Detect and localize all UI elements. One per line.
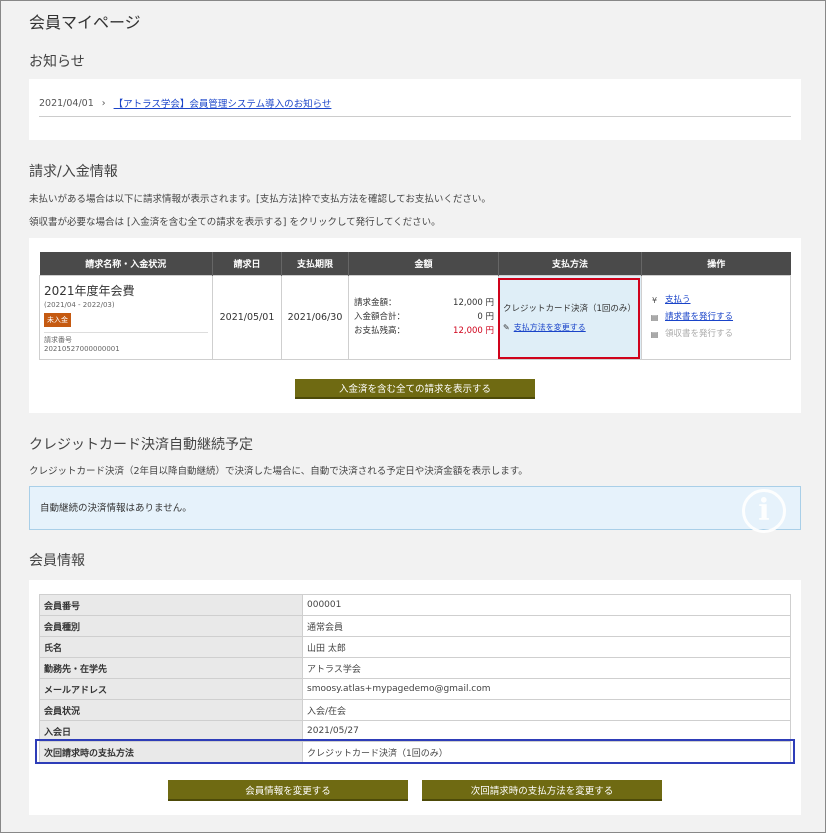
member-value: 000001 <box>302 594 791 616</box>
notice-date: 2021/04/01 <box>39 97 94 109</box>
divider <box>39 116 791 117</box>
chevron-right-icon: › <box>101 97 106 109</box>
col-header-name: 請求名称・入金状況 <box>39 252 213 275</box>
amount-value: 12,000 円 <box>453 298 494 308</box>
billing-desc-1: 未払いがある場合は以下に請求情報が表示されます。[支払方法]枠で支払方法を確認し… <box>29 194 491 205</box>
issue-invoice-link[interactable]: 請求書を発行する <box>665 309 733 326</box>
bill-name: 2021年度年会費 <box>44 283 135 298</box>
operations-cell: ¥ 支払う ▤ 請求書を発行する ▤ 領収書を発行する <box>641 274 791 360</box>
auto-title: クレジットカード決済自動継続予定 <box>29 437 253 453</box>
auto-info-box: 自動継続の決済情報はありません。 i <box>29 486 801 533</box>
member-label: 勤務先・在学先 <box>39 657 303 679</box>
member-value: 入会/在会 <box>302 699 791 721</box>
page-title: 会員マイページ <box>29 13 141 32</box>
table-row: 会員種別 通常会員 <box>39 615 791 637</box>
member-title: 会員情報 <box>29 553 85 569</box>
member-value: smoosy.atlas+mypagedemo@gmail.com <box>302 678 791 700</box>
billing-desc-2: 領収書が必要な場合は [入金済を含む全ての請求を表示する] をクリックして発行し… <box>29 217 441 228</box>
auto-empty-message: 自動継続の決済情報はありません。 <box>40 503 192 514</box>
highlight-pay-method <box>498 278 640 359</box>
member-value: 山田 太郎 <box>302 636 791 658</box>
balance-label: お支払残高： <box>354 326 406 336</box>
invoice-date: 2021/05/01 <box>212 274 282 360</box>
amount-cell: 請求金額： 12,000 円 入金額合計： 0 円 お支払残高： 12,000 円 <box>348 274 499 360</box>
member-label: 氏名 <box>39 636 303 658</box>
notice-item: 2021/04/01 › 【アトラス学会】会員管理システム導入のお知らせ <box>39 96 332 111</box>
member-label: メールアドレス <box>39 678 303 700</box>
table-row: 会員番号 000001 <box>39 594 791 616</box>
pay-link[interactable]: 支払う <box>665 292 691 309</box>
status-badge: 未入金 <box>44 312 71 327</box>
document-icon: ▤ <box>650 312 659 322</box>
notice-link[interactable]: 【アトラス学会】会員管理システム導入のお知らせ <box>114 96 332 110</box>
member-value: 通常会員 <box>302 615 791 637</box>
change-next-pay-method-button[interactable]: 次回請求時の支払方法を変更する <box>422 780 662 801</box>
col-header-operations: 操作 <box>641 252 791 275</box>
document-icon: ▤ <box>650 329 659 339</box>
highlight-next-pay-method <box>35 739 795 764</box>
billing-title: 請求/入金情報 <box>29 164 118 180</box>
member-table: 会員番号 000001 会員種別 通常会員 氏名 山田 太郎 勤務先・在学先 アトラス学… <box>39 594 791 763</box>
col-header-invoice-date: 請求日 <box>212 252 282 275</box>
yen-icon: ¥ <box>651 295 658 305</box>
paid-label: 入金額合計： <box>354 312 406 322</box>
bill-period: (2021/04 - 2022/03) <box>44 300 115 309</box>
issue-receipt-disabled: 領収書を発行する <box>665 328 734 339</box>
col-header-amount: 金額 <box>348 252 499 275</box>
col-header-due-date: 支払期限 <box>281 252 349 275</box>
due-date: 2021/06/30 <box>281 274 349 360</box>
member-value: アトラス学会 <box>302 657 791 679</box>
bill-number: 20210527000000001 <box>44 344 120 353</box>
balance-value: 12,000 円 <box>453 326 494 336</box>
table-row: 会員状況 入会/在会 <box>39 699 791 721</box>
table-row: 2021年度年会費 (2021/04 - 2022/03) 未入金 請求番号 2… <box>39 274 791 360</box>
bill-number-label: 請求番号 <box>44 335 72 344</box>
table-row: 勤務先・在学先 アトラス学会 <box>39 657 791 679</box>
edit-member-button[interactable]: 会員情報を変更する <box>168 780 408 801</box>
table-row: メールアドレス smoosy.atlas+mypagedemo@gmail.com <box>39 678 791 700</box>
notice-title: お知らせ <box>29 54 85 70</box>
billing-table: 請求名称・入金状況 請求日 支払期限 金額 支払方法 操作 2021年度年会費 … <box>39 252 791 360</box>
member-label: 会員種別 <box>39 615 303 637</box>
bill-name-cell: 2021年度年会費 (2021/04 - 2022/03) 未入金 請求番号 2… <box>39 274 213 360</box>
auto-desc: クレジットカード決済（2年目以降自動継続）で決済した場合に、自動で決済される予定… <box>29 466 528 477</box>
info-icon: i <box>742 489 786 533</box>
member-label: 会員状況 <box>39 699 303 721</box>
show-all-bills-button[interactable]: 入金済を含む全ての請求を表示する <box>295 379 535 399</box>
member-label: 会員番号 <box>39 594 303 616</box>
table-row: 氏名 山田 太郎 <box>39 636 791 658</box>
amount-label: 請求金額： <box>354 298 397 308</box>
paid-value: 0 円 <box>477 312 494 322</box>
col-header-pay-method: 支払方法 <box>498 252 642 275</box>
